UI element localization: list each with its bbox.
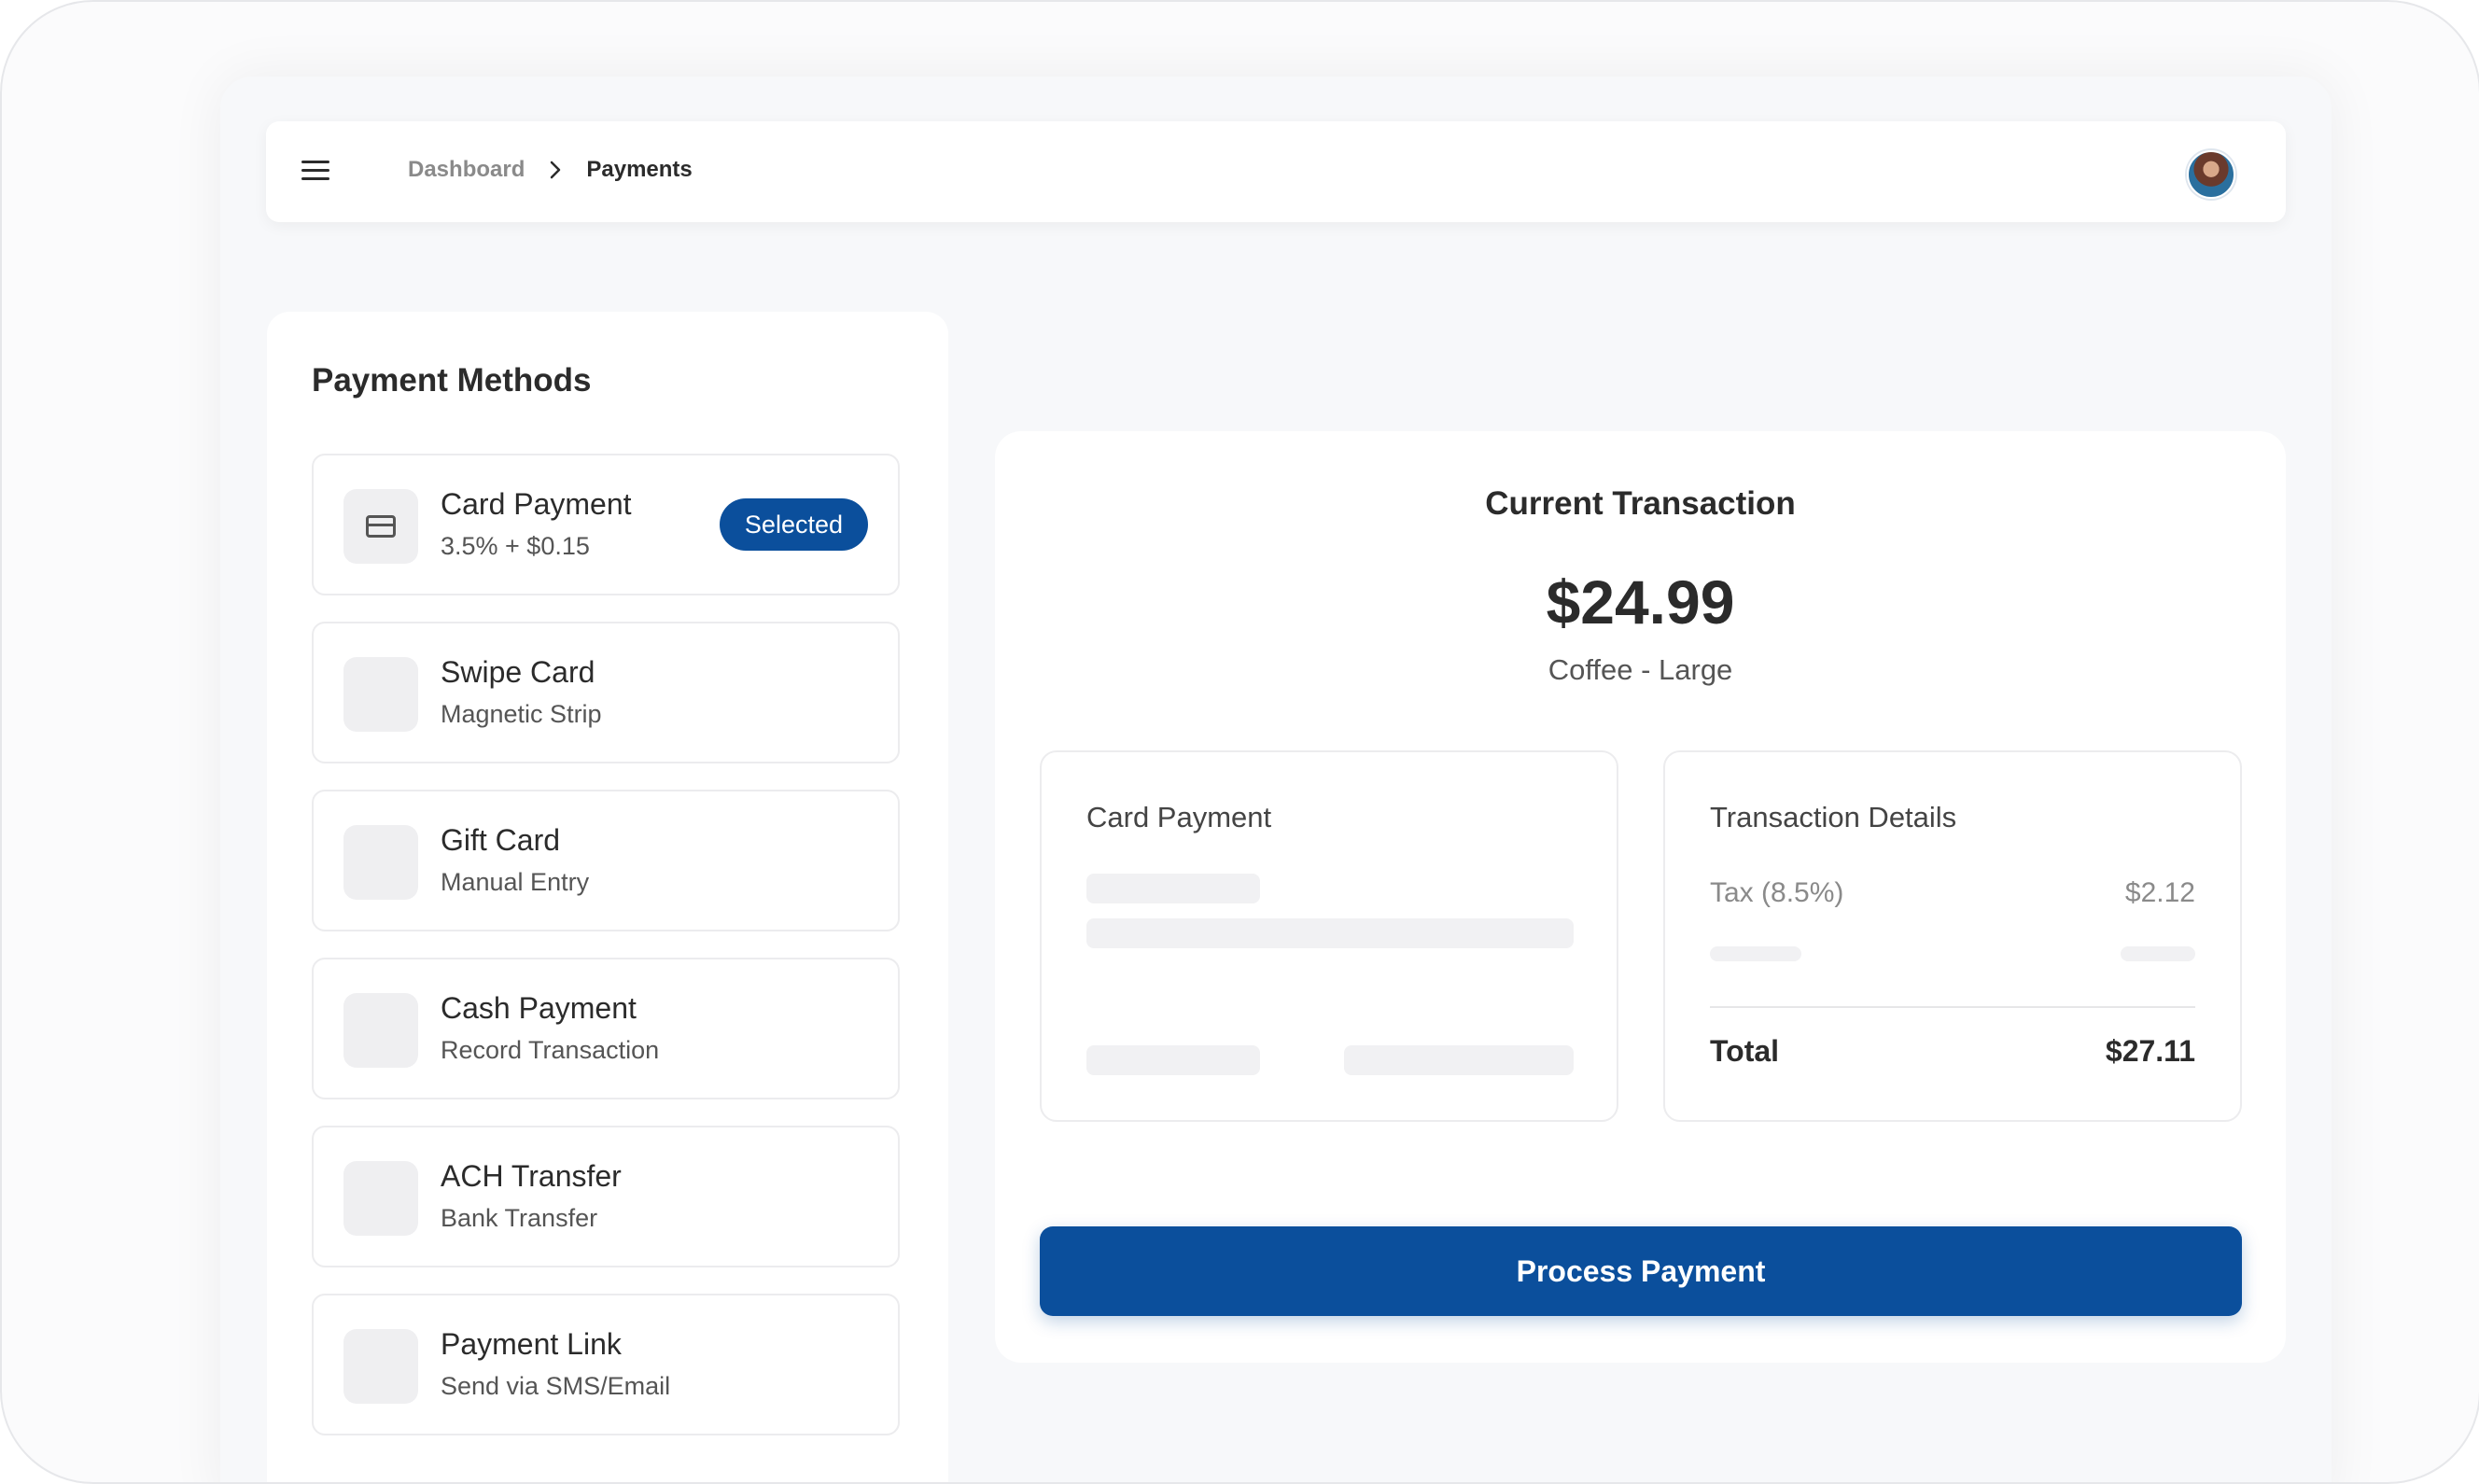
transaction-details-title: Transaction Details [1710,801,1957,833]
placeholder-icon [343,657,418,732]
chevron-right-icon [551,161,561,179]
placeholder-icon [343,1161,418,1236]
method-icon-tile [343,489,418,564]
breadcrumb-payments: Payments [586,157,693,182]
transaction-item: Coffee - Large [1548,653,1733,686]
payment-methods-panel: Payment Methods Card Payment 3.5% + $0.1… [267,312,948,1482]
method-subtitle: 3.5% + $0.15 [441,532,590,560]
method-name: Cash Payment [441,991,637,1025]
current-transaction-panel: Current Transaction $24.99 Coffee - Larg… [995,431,2286,1363]
loading-skeleton [1086,1045,1260,1075]
breadcrumb: Dashboard Payments [408,157,693,183]
loading-skeleton [1344,1045,1574,1075]
divider [1710,1006,2195,1008]
process-payment-button[interactable]: Process Payment [1040,1226,2242,1316]
transaction-amount: $24.99 [1546,567,1735,637]
placeholder-icon [343,1329,418,1404]
method-name: Card Payment [441,487,632,521]
method-name: Swipe Card [441,655,595,689]
loading-skeleton [1710,946,1801,961]
transaction-title: Current Transaction [1485,485,1796,522]
method-payment-link[interactable]: Payment Link Send via SMS/Email [312,1294,900,1435]
method-name: Payment Link [441,1327,622,1361]
method-subtitle: Send via SMS/Email [441,1372,671,1400]
method-name: Gift Card [441,823,561,857]
placeholder-icon [343,993,418,1068]
transaction-details-section: Transaction Details Tax (8.5%) $2.12 Tot… [1663,750,2242,1122]
method-gift-card[interactable]: Gift Card Manual Entry [312,790,900,931]
device-frame: Dashboard Payments Payment Methods Card … [0,0,2479,1484]
method-cash-payment[interactable]: Cash Payment Record Transaction [312,958,900,1099]
app-screen: Dashboard Payments Payment Methods Card … [220,77,2332,1482]
avatar[interactable] [2187,150,2235,199]
method-ach-transfer[interactable]: ACH Transfer Bank Transfer [312,1126,900,1267]
method-swipe-card[interactable]: Swipe Card Magnetic Strip [312,622,900,763]
loading-skeleton [2121,946,2195,961]
loading-skeleton [1086,918,1574,948]
method-subtitle: Bank Transfer [441,1204,598,1232]
payment-methods-title: Payment Methods [312,362,592,399]
hamburger-menu-icon[interactable] [301,159,331,183]
total-label: Total [1710,1034,1780,1068]
total-value: $27.11 [2105,1034,2195,1068]
method-subtitle: Manual Entry [441,868,590,896]
tax-value: $2.12 [2124,877,2195,908]
method-card-payment[interactable]: Card Payment 3.5% + $0.15 Selected [312,454,900,595]
loading-skeleton [1086,874,1260,903]
credit-card-icon [366,515,396,538]
method-subtitle: Magnetic Strip [441,700,602,728]
card-payment-section: Card Payment [1040,750,1618,1122]
breadcrumb-dashboard[interactable]: Dashboard [408,157,525,183]
tax-label: Tax (8.5%) [1710,877,1844,908]
top-bar: Dashboard Payments [266,121,2286,222]
method-subtitle: Record Transaction [441,1036,660,1064]
method-name: ACH Transfer [441,1159,622,1193]
placeholder-icon [343,825,418,900]
card-payment-title: Card Payment [1086,801,1272,833]
selected-badge: Selected [719,498,868,551]
